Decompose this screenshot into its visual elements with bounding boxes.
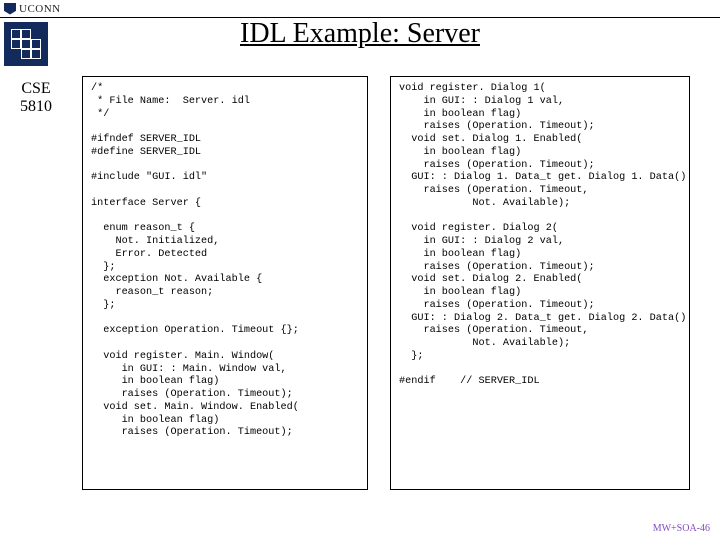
slide-footer: MW+SOA-46 xyxy=(653,523,710,534)
brand-text: UCONN xyxy=(19,3,61,15)
course-code: CSE 5810 xyxy=(6,80,66,115)
course-line2: 5810 xyxy=(6,98,66,116)
shield-icon xyxy=(4,3,16,15)
brand-bar: UCONN xyxy=(0,0,720,18)
code-panel-left: /* * File Name: Server. idl */ #ifndef S… xyxy=(82,76,368,490)
code-block-right: void register. Dialog 1( in GUI: : Dialo… xyxy=(391,77,689,395)
code-block-left: /* * File Name: Server. idl */ #ifndef S… xyxy=(83,77,367,446)
course-line1: CSE xyxy=(6,80,66,98)
code-panel-right: void register. Dialog 1( in GUI: : Dialo… xyxy=(390,76,690,490)
slide-title: IDL Example: Server xyxy=(0,18,720,50)
